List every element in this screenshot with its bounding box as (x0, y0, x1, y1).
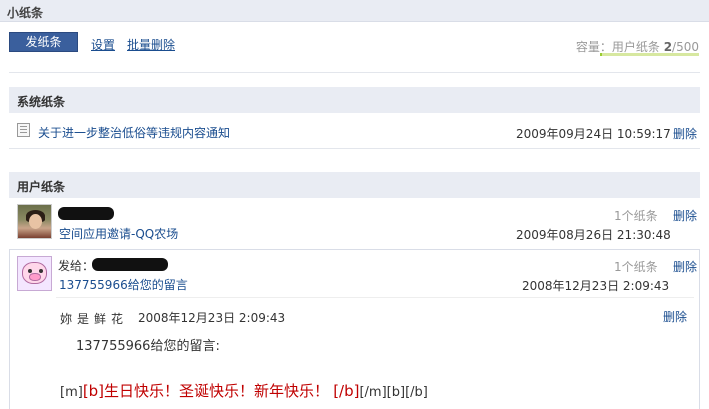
capacity-used: 2 (663, 40, 673, 54)
user-note-time: 2:09:43 (622, 279, 670, 293)
user-note-delete-link[interactable]: 删除 (673, 258, 697, 275)
user-note-subject[interactable]: 空间应用邀请-QQ农场 (59, 225, 178, 242)
bbcode-open-m: [m] (60, 385, 83, 400)
bbcode-trailing: [/m][b][/b] (359, 385, 428, 400)
user-note-time: 21:30:48 (616, 228, 671, 242)
capacity-bar (600, 53, 699, 56)
divider (9, 148, 700, 149)
bbcode-close-b: [/b] (333, 382, 360, 400)
document-icon (17, 123, 30, 137)
system-note-datetime: 2009年09月24日 10:59:17 (516, 125, 671, 142)
capacity-total: /500 (672, 40, 699, 54)
note-count: 1个纸条 (614, 209, 658, 223)
system-note-date: 2009年09月24日 (516, 127, 614, 141)
user-notes-title: 用户纸条 (17, 180, 66, 194)
user-note-datetime: 2009年08月26日 21:30:48 (516, 226, 671, 243)
system-note-delete-link[interactable]: 删除 (673, 125, 697, 142)
capacity-fill (600, 53, 602, 56)
send-to-label: 发给： (58, 259, 95, 273)
user-note-date: 2008年12月23日 (522, 279, 620, 293)
message-greeting: [m][b]生日快乐！圣诞快乐！新年快乐！ [/b][/m][b][/b] (60, 380, 428, 401)
system-notes-title: 系统纸条 (17, 95, 66, 109)
new-note-button[interactable]: 发纸条 (9, 32, 78, 52)
divider (9, 72, 700, 73)
page-title: 小纸条 (7, 6, 44, 20)
message-delete-link[interactable]: 删除 (663, 308, 687, 325)
message-body: 137755966给您的留言: (76, 339, 220, 354)
user-note-subject[interactable]: 137755966给您的留言 (59, 276, 188, 293)
system-notes-header: 系统纸条 (9, 87, 700, 113)
page-header: 小纸条 (0, 0, 709, 22)
message-sender: 妳是鲜花 (60, 312, 129, 326)
message-datetime: 2008年12月23日 2:09:43 (138, 309, 285, 326)
user-note-delete-link[interactable]: 删除 (673, 207, 697, 224)
girl-photo-avatar[interactable] (17, 204, 52, 239)
user-note-datetime: 2008年12月23日 2:09:43 (522, 277, 669, 294)
capacity-label: 容量：用户纸条 (575, 40, 660, 54)
redacted-recipient (92, 258, 168, 271)
message-time: 2:09:43 (238, 311, 286, 325)
pig-avatar[interactable] (17, 256, 52, 291)
user-note-date: 2009年08月26日 (516, 228, 614, 242)
system-note-time: 10:59:17 (616, 127, 671, 141)
system-note-title[interactable]: 关于进一步整治低俗等违规内容通知 (38, 124, 230, 141)
note-count: 1个纸条 (614, 260, 658, 274)
divider (56, 297, 694, 298)
user-notes-header: 用户纸条 (9, 172, 700, 198)
bbcode-open-b: [b] (82, 382, 105, 400)
greeting-text: 生日快乐！圣诞快乐！新年快乐！ (104, 382, 330, 400)
redacted-username (58, 207, 114, 220)
settings-link[interactable]: 设置 (91, 36, 115, 53)
message-date: 2008年12月23日 (138, 311, 236, 325)
batch-delete-link[interactable]: 批量删除 (127, 36, 175, 53)
